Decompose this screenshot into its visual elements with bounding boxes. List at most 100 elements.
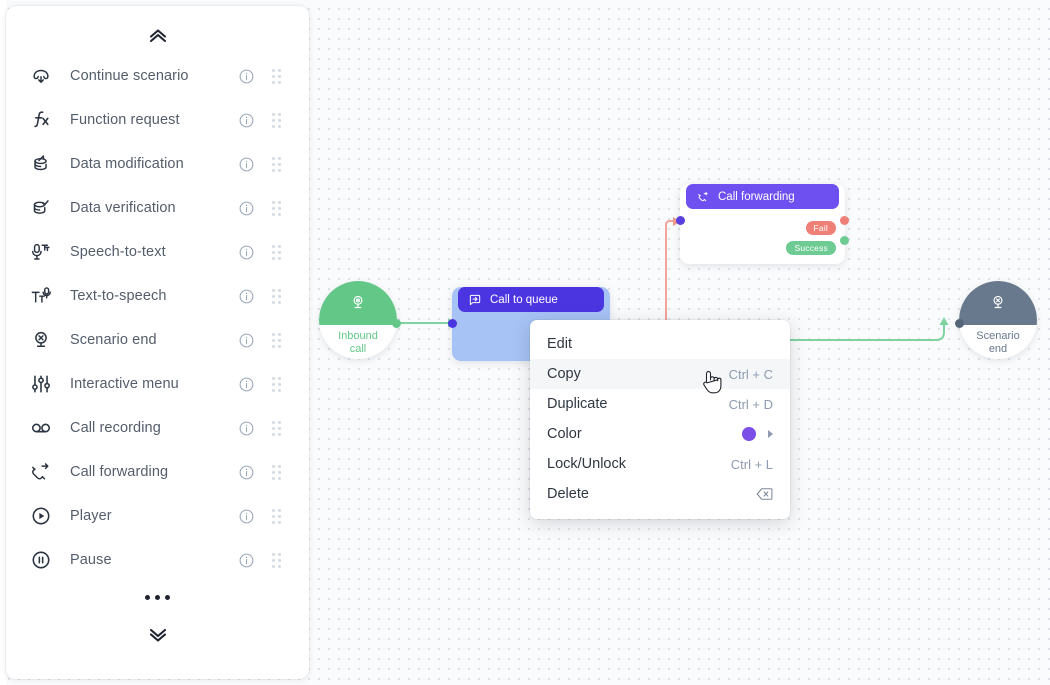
call-forwarding-icon xyxy=(695,189,710,204)
inbound-call-cap xyxy=(319,281,397,325)
context-menu-item-edit[interactable]: Edit xyxy=(530,329,790,359)
info-icon[interactable] xyxy=(237,243,255,261)
inbound-call-icon xyxy=(353,295,363,309)
context-menu-item-lock-unlock[interactable]: Lock/Unlock Ctrl + L xyxy=(530,449,790,479)
context-menu-item-delete[interactable]: Delete xyxy=(530,479,790,509)
sidebar-item-label: Function request xyxy=(70,112,180,128)
edge-success-to-scenario-end xyxy=(789,317,949,341)
drag-handle-icon[interactable] xyxy=(265,375,287,393)
scenario-end-icon xyxy=(993,295,1003,309)
sidebar-item-label: Data modification xyxy=(70,156,184,172)
drag-handle-icon[interactable] xyxy=(265,551,287,569)
sidebar-item-label: Call forwarding xyxy=(70,464,169,480)
drag-handle-icon[interactable] xyxy=(265,155,287,173)
info-icon[interactable] xyxy=(237,551,255,569)
context-menu-item-label: Lock/Unlock xyxy=(547,456,626,472)
context-menu-item-label: Delete xyxy=(547,486,589,502)
drag-handle-icon[interactable] xyxy=(265,243,287,261)
function-request-icon xyxy=(26,105,56,135)
pause-icon xyxy=(26,545,56,575)
info-icon[interactable] xyxy=(237,287,255,305)
inbound-call-label-line1: Inbound xyxy=(338,330,378,342)
info-icon[interactable] xyxy=(237,375,255,393)
sidebar-item-label: Interactive menu xyxy=(70,376,179,392)
node-inbound-call[interactable]: Inbound call xyxy=(319,281,401,359)
scenario-end-label-line2: end xyxy=(988,343,1008,355)
info-icon[interactable] xyxy=(237,419,255,437)
data-verification-icon xyxy=(26,193,56,223)
blocks-list: Continue scenario Function request Data mo… xyxy=(6,54,309,582)
sidebar-scroll-up-button[interactable] xyxy=(6,6,309,54)
scenario-end-input-port[interactable] xyxy=(955,319,964,328)
call-to-queue-header: Call to queue xyxy=(458,287,604,312)
call-to-queue-input-port[interactable] xyxy=(448,319,457,328)
info-icon[interactable] xyxy=(237,199,255,217)
call-forwarding-success-port[interactable] xyxy=(840,236,849,245)
sidebar-item-text-to-speech[interactable]: Text-to-speech xyxy=(6,274,309,318)
sidebar-more-button[interactable] xyxy=(6,582,309,612)
info-icon[interactable] xyxy=(237,67,255,85)
info-icon[interactable] xyxy=(237,331,255,349)
drag-handle-icon[interactable] xyxy=(265,287,287,305)
node-call-forwarding[interactable]: Call forwarding Fail Success xyxy=(676,178,849,264)
blocks-sidebar: Continue scenario Function request Data mo… xyxy=(6,6,309,679)
sidebar-item-pause[interactable]: Pause xyxy=(6,538,309,582)
sidebar-scroll-down-button[interactable] xyxy=(6,612,309,658)
sidebar-item-call-forwarding[interactable]: Call forwarding xyxy=(6,450,309,494)
drag-handle-icon[interactable] xyxy=(265,111,287,129)
speech-to-text-icon xyxy=(26,237,56,267)
call-to-queue-title: Call to queue xyxy=(490,293,558,306)
inbound-call-label-line2: call xyxy=(349,343,367,355)
info-icon[interactable] xyxy=(237,111,255,129)
call-forwarding-output-success[interactable]: Success xyxy=(786,241,836,255)
info-icon[interactable] xyxy=(237,507,255,525)
info-icon[interactable] xyxy=(237,463,255,481)
scenario-end-label: Scenario end xyxy=(976,325,1019,356)
sidebar-item-data-verification[interactable]: Data verification xyxy=(6,186,309,230)
color-swatch[interactable] xyxy=(742,427,756,441)
data-modification-icon xyxy=(26,149,56,179)
sidebar-item-continue-scenario[interactable]: Continue scenario xyxy=(6,54,309,98)
interactive-menu-icon xyxy=(26,369,56,399)
scenario-end-label-line1: Scenario xyxy=(976,330,1020,342)
drag-handle-icon[interactable] xyxy=(265,419,287,437)
sidebar-item-function-request[interactable]: Function request xyxy=(6,98,309,142)
info-icon[interactable] xyxy=(237,155,255,173)
context-menu-item-color[interactable]: Color xyxy=(530,419,790,449)
call-forwarding-input-port[interactable] xyxy=(676,216,685,225)
context-menu-item-shortcut: Ctrl + C xyxy=(728,366,773,382)
drag-handle-icon[interactable] xyxy=(265,331,287,349)
context-menu-item-label: Color xyxy=(547,426,582,442)
sidebar-item-interactive-menu[interactable]: Interactive menu xyxy=(6,362,309,406)
inbound-call-output-port[interactable] xyxy=(392,319,401,328)
sidebar-item-scenario-end[interactable]: Scenario end xyxy=(6,318,309,362)
sidebar-item-call-recording[interactable]: Call recording xyxy=(6,406,309,450)
flow-editor-app: Inbound call Call to queue Call forwardi… xyxy=(0,0,1050,685)
sidebar-item-label: Data verification xyxy=(70,200,176,216)
call-forwarding-output-fail[interactable]: Fail xyxy=(805,221,836,235)
chevron-right-icon xyxy=(768,430,773,438)
context-menu-item-copy[interactable]: Copy Ctrl + C xyxy=(530,359,790,389)
sidebar-item-label: Continue scenario xyxy=(70,68,189,84)
scenario-end-icon xyxy=(26,325,56,355)
drag-handle-icon[interactable] xyxy=(265,507,287,525)
drag-handle-icon[interactable] xyxy=(265,67,287,85)
node-scenario-end[interactable]: Scenario end xyxy=(955,281,1037,359)
scenario-end-cap xyxy=(959,281,1037,325)
drag-handle-icon[interactable] xyxy=(265,199,287,217)
call-forwarding-fail-port[interactable] xyxy=(840,216,849,225)
sidebar-item-label: Speech-to-text xyxy=(70,244,166,260)
backspace-icon xyxy=(756,487,773,501)
continue-scenario-icon xyxy=(26,61,56,91)
sidebar-item-speech-to-text[interactable]: Speech-to-text xyxy=(6,230,309,274)
drag-handle-icon[interactable] xyxy=(265,463,287,481)
sidebar-item-player[interactable]: Player xyxy=(6,494,309,538)
sidebar-item-label: Scenario end xyxy=(70,332,157,348)
player-icon xyxy=(26,501,56,531)
inbound-call-label: Inbound call xyxy=(338,325,378,356)
node-context-menu: Edit Copy Ctrl + C Duplicate Ctrl + D Color Lo… xyxy=(530,320,790,519)
double-chevron-up-icon xyxy=(149,29,166,43)
call-forwarding-header: Call forwarding xyxy=(686,184,839,209)
sidebar-item-data-modification[interactable]: Data modification xyxy=(6,142,309,186)
context-menu-item-duplicate[interactable]: Duplicate Ctrl + D xyxy=(530,389,790,419)
